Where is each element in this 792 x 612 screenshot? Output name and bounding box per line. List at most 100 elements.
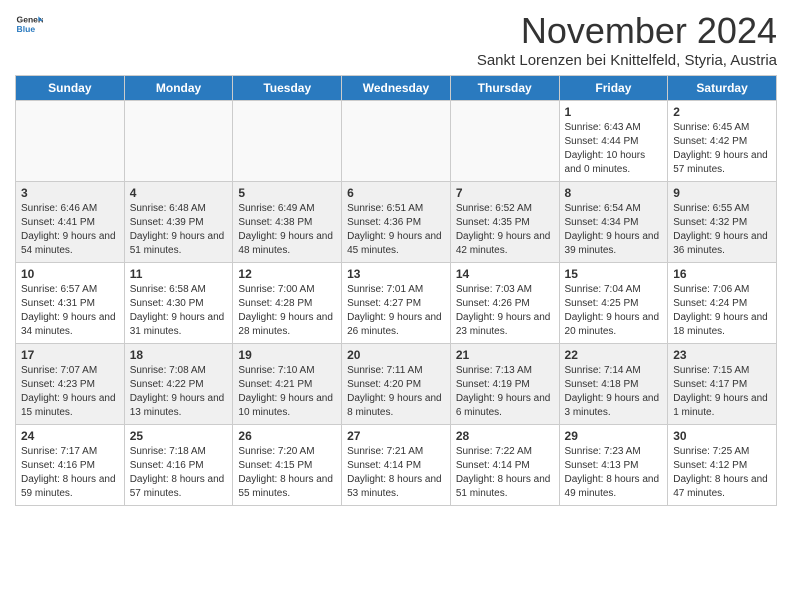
day-of-week-header: Thursday — [450, 76, 559, 101]
day-info: Sunrise: 7:10 AM Sunset: 4:21 PM Dayligh… — [238, 364, 336, 420]
calendar-day-cell: 14Sunrise: 7:03 AM Sunset: 4:26 PM Dayli… — [450, 263, 559, 344]
day-of-week-header: Friday — [559, 76, 668, 101]
calendar-day-cell: 8 Sunrise: 6:54 AM Sunset: 4:34 PM Daylig… — [559, 182, 668, 263]
calendar-day-cell: 3 Sunrise: 6:46 AM Sunset: 4:41 PM Daylig… — [16, 182, 125, 263]
day-info: Sunrise: 6:51 AM Sunset: 4:36 PM Dayligh… — [347, 202, 445, 258]
calendar-day-cell: 21 Sunrise: 7:13 AM Sunset: 4:19 PM Dayli… — [450, 344, 559, 425]
day-info: Sunrise: 7:15 AM Sunset: 4:17 PM Dayligh… — [673, 364, 771, 420]
calendar-day-cell: 17 Sunrise: 7:07 AM Sunset: 4:23 PM Dayli… — [16, 344, 125, 425]
calendar-day-cell: 4Sunrise: 6:48 AM Sunset: 4:39 PM Daylig… — [124, 182, 233, 263]
calendar-day-cell: 9 Sunrise: 6:55 AM Sunset: 4:32 PM Daylig… — [668, 182, 777, 263]
day-number: 6 — [347, 186, 445, 200]
calendar-day-cell: 12 Sunrise: 7:00 AM Sunset: 4:28 PM Dayli… — [233, 263, 342, 344]
day-number: 17 — [21, 348, 119, 362]
day-number: 8 — [565, 186, 663, 200]
title-block: November 2024 Sankt Lorenzen bei Knittel… — [477, 10, 777, 69]
calendar-week-row: 1 Sunrise: 6:43 AM Sunset: 4:44 PM Daylig… — [16, 101, 777, 182]
day-info: Sunrise: 7:08 AM Sunset: 4:22 PM Dayligh… — [130, 364, 228, 420]
day-number: 9 — [673, 186, 771, 200]
calendar-day-cell: 11 Sunrise: 6:58 AM Sunset: 4:30 PM Dayli… — [124, 263, 233, 344]
day-info: Sunrise: 6:55 AM Sunset: 4:32 PM Dayligh… — [673, 202, 771, 258]
day-of-week-header: Wednesday — [342, 76, 451, 101]
day-info: Sunrise: 7:14 AM Sunset: 4:18 PM Dayligh… — [565, 364, 663, 420]
calendar-day-cell: 22 Sunrise: 7:14 AM Sunset: 4:18 PM Dayli… — [559, 344, 668, 425]
day-info: Sunrise: 6:58 AM Sunset: 4:30 PM Dayligh… — [130, 283, 228, 339]
day-info: Sunrise: 7:20 AM Sunset: 4:15 PM Dayligh… — [238, 445, 336, 501]
svg-text:Blue: Blue — [17, 24, 36, 34]
day-number: 13 — [347, 267, 445, 281]
calendar-header-row: SundayMondayTuesdayWednesdayThursdayFrid… — [16, 76, 777, 101]
day-info: Sunrise: 7:25 AM Sunset: 4:12 PM Dayligh… — [673, 445, 771, 501]
calendar-day-cell: 26 Sunrise: 7:20 AM Sunset: 4:15 PM Dayli… — [233, 425, 342, 506]
calendar-day-cell: 15 Sunrise: 7:04 AM Sunset: 4:25 PM Dayli… — [559, 263, 668, 344]
day-info: Sunrise: 7:13 AM Sunset: 4:19 PM Dayligh… — [456, 364, 554, 420]
day-number: 24 — [21, 429, 119, 443]
day-number: 15 — [565, 267, 663, 281]
day-number: 4 — [130, 186, 228, 200]
calendar-day-cell: 7 Sunrise: 6:52 AM Sunset: 4:35 PM Daylig… — [450, 182, 559, 263]
day-info: Sunrise: 6:43 AM Sunset: 4:44 PM Dayligh… — [565, 121, 663, 177]
day-number: 11 — [130, 267, 228, 281]
day-info: Sunrise: 7:21 AM Sunset: 4:14 PM Dayligh… — [347, 445, 445, 501]
calendar-day-cell — [16, 101, 125, 182]
day-number: 26 — [238, 429, 336, 443]
day-number: 12 — [238, 267, 336, 281]
calendar-day-cell: 23 Sunrise: 7:15 AM Sunset: 4:17 PM Dayli… — [668, 344, 777, 425]
day-number: 3 — [21, 186, 119, 200]
calendar-day-cell: 27 Sunrise: 7:21 AM Sunset: 4:14 PM Dayli… — [342, 425, 451, 506]
day-info: Sunrise: 7:11 AM Sunset: 4:20 PM Dayligh… — [347, 364, 445, 420]
day-number: 29 — [565, 429, 663, 443]
day-of-week-header: Monday — [124, 76, 233, 101]
day-number: 5 — [238, 186, 336, 200]
day-info: Sunrise: 7:23 AM Sunset: 4:13 PM Dayligh… — [565, 445, 663, 501]
day-number: 25 — [130, 429, 228, 443]
calendar-day-cell: 6 Sunrise: 6:51 AM Sunset: 4:36 PM Daylig… — [342, 182, 451, 263]
day-number: 7 — [456, 186, 554, 200]
calendar-day-cell: 10Sunrise: 6:57 AM Sunset: 4:31 PM Dayli… — [16, 263, 125, 344]
location: Sankt Lorenzen bei Knittelfeld, Styria, … — [477, 52, 777, 69]
day-of-week-header: Sunday — [16, 76, 125, 101]
calendar-day-cell: 16Sunrise: 7:06 AM Sunset: 4:24 PM Dayli… — [668, 263, 777, 344]
day-number: 2 — [673, 105, 771, 119]
calendar-day-cell — [342, 101, 451, 182]
day-number: 21 — [456, 348, 554, 362]
day-info: Sunrise: 6:52 AM Sunset: 4:35 PM Dayligh… — [456, 202, 554, 258]
calendar-week-row: 24Sunrise: 7:17 AM Sunset: 4:16 PM Dayli… — [16, 425, 777, 506]
calendar-day-cell: 13Sunrise: 7:01 AM Sunset: 4:27 PM Dayli… — [342, 263, 451, 344]
day-info: Sunrise: 7:04 AM Sunset: 4:25 PM Dayligh… — [565, 283, 663, 339]
day-number: 1 — [565, 105, 663, 119]
calendar-table: SundayMondayTuesdayWednesdayThursdayFrid… — [15, 75, 777, 506]
day-info: Sunrise: 7:00 AM Sunset: 4:28 PM Dayligh… — [238, 283, 336, 339]
day-info: Sunrise: 7:22 AM Sunset: 4:14 PM Dayligh… — [456, 445, 554, 501]
day-info: Sunrise: 6:45 AM Sunset: 4:42 PM Dayligh… — [673, 121, 771, 177]
logo: General Blue — [15, 10, 43, 38]
day-info: Sunrise: 6:54 AM Sunset: 4:34 PM Dayligh… — [565, 202, 663, 258]
day-number: 14 — [456, 267, 554, 281]
day-info: Sunrise: 6:57 AM Sunset: 4:31 PM Dayligh… — [21, 283, 119, 339]
calendar-day-cell: 20 Sunrise: 7:11 AM Sunset: 4:20 PM Dayli… — [342, 344, 451, 425]
calendar-week-row: 10Sunrise: 6:57 AM Sunset: 4:31 PM Dayli… — [16, 263, 777, 344]
calendar-day-cell — [450, 101, 559, 182]
day-info: Sunrise: 7:07 AM Sunset: 4:23 PM Dayligh… — [21, 364, 119, 420]
day-info: Sunrise: 7:06 AM Sunset: 4:24 PM Dayligh… — [673, 283, 771, 339]
calendar-day-cell: 5 Sunrise: 6:49 AM Sunset: 4:38 PM Daylig… — [233, 182, 342, 263]
calendar-day-cell: 29 Sunrise: 7:23 AM Sunset: 4:13 PM Dayli… — [559, 425, 668, 506]
calendar-day-cell: 28Sunrise: 7:22 AM Sunset: 4:14 PM Dayli… — [450, 425, 559, 506]
day-of-week-header: Saturday — [668, 76, 777, 101]
day-number: 27 — [347, 429, 445, 443]
day-number: 23 — [673, 348, 771, 362]
calendar-day-cell: 2 Sunrise: 6:45 AM Sunset: 4:42 PM Daylig… — [668, 101, 777, 182]
calendar-day-cell — [124, 101, 233, 182]
day-number: 19 — [238, 348, 336, 362]
day-of-week-header: Tuesday — [233, 76, 342, 101]
day-number: 30 — [673, 429, 771, 443]
day-info: Sunrise: 6:46 AM Sunset: 4:41 PM Dayligh… — [21, 202, 119, 258]
calendar-day-cell: 18 Sunrise: 7:08 AM Sunset: 4:22 PM Dayli… — [124, 344, 233, 425]
calendar-day-cell: 19 Sunrise: 7:10 AM Sunset: 4:21 PM Dayli… — [233, 344, 342, 425]
day-number: 22 — [565, 348, 663, 362]
day-number: 18 — [130, 348, 228, 362]
day-info: Sunrise: 6:49 AM Sunset: 4:38 PM Dayligh… — [238, 202, 336, 258]
day-number: 20 — [347, 348, 445, 362]
calendar-day-cell — [233, 101, 342, 182]
calendar-day-cell: 30 Sunrise: 7:25 AM Sunset: 4:12 PM Dayli… — [668, 425, 777, 506]
